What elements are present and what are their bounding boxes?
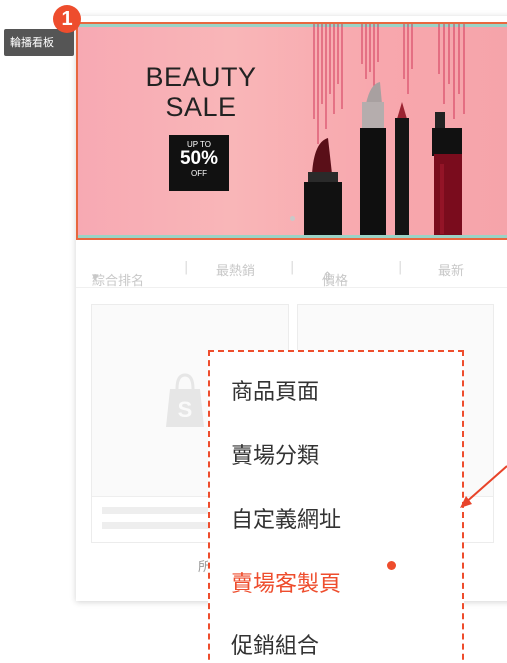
sort-separator: | — [398, 260, 403, 275]
lipstick-products-image — [304, 24, 465, 238]
sort-bar: 綜合排名 ▾ | 最熱銷 | 價格 ⇕ | 最新 — [76, 250, 507, 289]
carousel-label-tag: 輪播看板 — [4, 29, 74, 56]
banner-sale-title: BEAUTY SALE — [136, 62, 266, 122]
link-type-dropdown: 商品頁面 賣場分類 自定義網址 賣場客製頁 促銷組合 — [208, 350, 464, 663]
sort-separator: | — [290, 260, 295, 275]
badge-off-text: OFF — [191, 169, 207, 178]
menu-item-shop-category[interactable]: 賣場分類 — [231, 438, 319, 470]
placeholder-line — [102, 522, 222, 529]
sort-option-top-sales[interactable]: 最熱銷 — [216, 260, 255, 279]
shopee-bag-icon: S — [166, 373, 204, 427]
banner-title-line1: BEAUTY — [145, 62, 257, 92]
menu-item-promo-bundle[interactable]: 促銷組合 — [231, 628, 319, 660]
badge-percent-text: 50% — [179, 148, 219, 169]
sort-relevance-label: 綜合排名 — [92, 274, 145, 289]
new-indicator-dot — [387, 561, 396, 570]
editor-stage: BEAUTY SALE UP TO 50% OFF 綜合排名 ▾ | 最熱銷 |… — [0, 0, 507, 663]
menu-item-custom-shop-page[interactable]: 賣場客製頁 — [231, 566, 341, 598]
banner-title-line2: SALE — [165, 92, 237, 122]
sort-option-latest[interactable]: 最新 — [438, 260, 464, 279]
sort-updown-icon: ⇕ — [322, 270, 333, 285]
step-number-badge: 1 — [53, 5, 81, 33]
svg-text:S: S — [178, 397, 193, 422]
menu-item-product-page[interactable]: 商品頁面 — [231, 374, 319, 406]
carousel-banner[interactable]: BEAUTY SALE UP TO 50% OFF — [76, 22, 507, 240]
menu-item-custom-url[interactable]: 自定義網址 — [231, 502, 341, 534]
pointer-arrow-icon — [460, 465, 507, 508]
discount-badge: UP TO 50% OFF — [169, 135, 229, 191]
sort-separator: | — [184, 260, 189, 275]
caret-down-icon: ▾ — [92, 270, 99, 285]
carousel-indicator-dot[interactable] — [290, 216, 295, 221]
